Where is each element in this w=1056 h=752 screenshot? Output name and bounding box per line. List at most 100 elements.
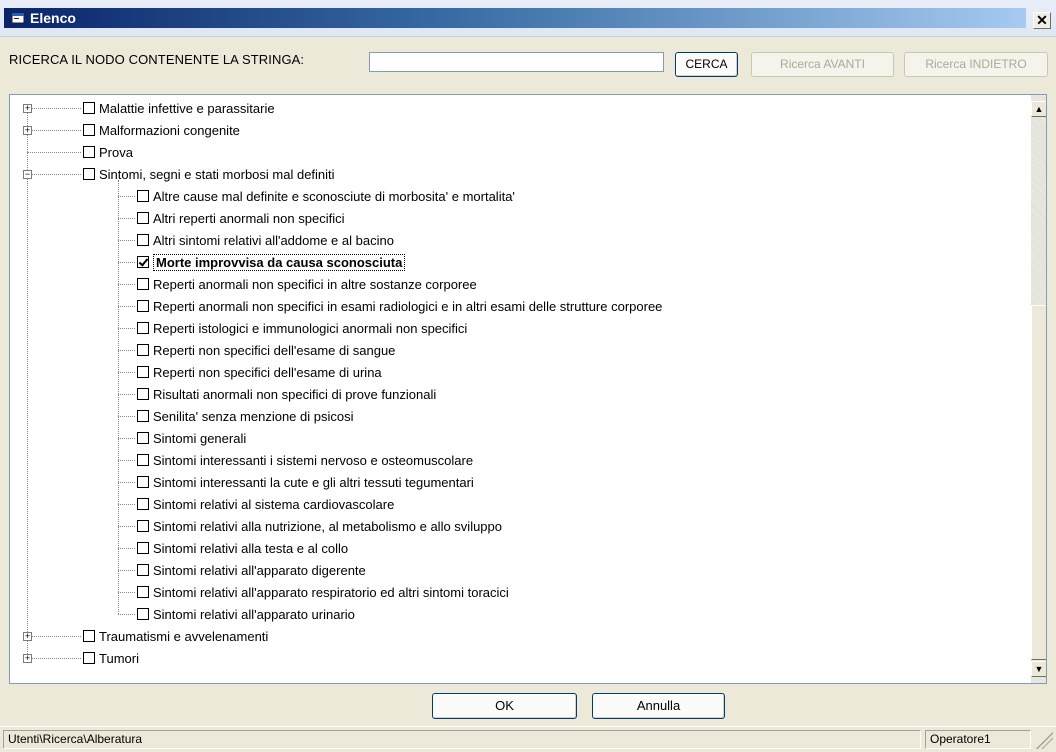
tree-child-node[interactable]: Senilita' senza menzione di psicosi (137, 405, 353, 427)
node-label: Altre cause mal definite e sconosciute d… (153, 188, 515, 204)
expand-icon[interactable]: + (23, 654, 32, 663)
node-checkbox[interactable] (137, 586, 149, 598)
tree-connector (118, 504, 135, 505)
node-label: Malformazioni congenite (99, 122, 240, 138)
node-checkbox[interactable] (137, 476, 149, 488)
node-checkbox[interactable] (137, 520, 149, 532)
node-label: Altri sintomi relativi all'addome e al b… (153, 232, 394, 248)
tree-connector (118, 218, 135, 219)
tree-connector (118, 284, 135, 285)
node-checkbox[interactable] (137, 256, 149, 268)
search-input[interactable] (369, 52, 664, 72)
expand-icon[interactable]: + (23, 104, 32, 113)
tree-child-node[interactable]: Sintomi relativi all'apparato digerente (137, 559, 366, 581)
node-label: Malattie infettive e parassitarie (99, 100, 275, 116)
tree-child-node[interactable]: Sintomi relativi all'apparato respirator… (137, 581, 509, 603)
close-button[interactable]: ✕ (1033, 12, 1051, 29)
node-checkbox[interactable] (137, 344, 149, 356)
scroll-up-button[interactable]: ▲ (1031, 101, 1046, 117)
tree-connector (118, 416, 135, 417)
tree-child-node[interactable]: Reperti anormali non specifici in esami … (137, 295, 662, 317)
tree-node[interactable]: Sintomi, segni e stati morbosi mal defin… (83, 163, 335, 185)
node-checkbox[interactable] (83, 168, 95, 180)
tree-child-node[interactable]: Risultati anormali non specifici di prov… (137, 383, 436, 405)
arrow-down-icon: ▼ (1034, 664, 1044, 674)
search-previous-button[interactable]: Ricerca INDIETRO (904, 52, 1048, 77)
tree-view[interactable]: + Malattie infettive e parassitarie + Malfo… (9, 94, 1047, 684)
node-checkbox[interactable] (137, 498, 149, 510)
node-checkbox[interactable] (137, 432, 149, 444)
node-checkbox[interactable] (137, 608, 149, 620)
search-button[interactable]: CERCA (675, 52, 738, 77)
tree-child-node[interactable]: Sintomi relativi alla testa e al collo (137, 537, 348, 559)
title-bar: Elenco ✕ (0, 0, 1056, 37)
node-checkbox[interactable] (137, 454, 149, 466)
tree-child-node[interactable]: Sintomi relativi al sistema cardiovascol… (137, 493, 394, 515)
cancel-button[interactable]: Annulla (592, 693, 725, 719)
node-checkbox[interactable] (83, 630, 95, 642)
tree-connector (118, 262, 135, 263)
node-checkbox[interactable] (137, 212, 149, 224)
scroll-down-button[interactable]: ▼ (1031, 661, 1046, 677)
tree-child-node[interactable]: Sintomi generali (137, 427, 246, 449)
node-label: Sintomi relativi alla nutrizione, al met… (153, 518, 503, 534)
tree-child-node[interactable]: Reperti non specifici dell'esame di sang… (137, 339, 395, 361)
node-checkbox[interactable] (137, 190, 149, 202)
node-label: Altri reperti anormali non specifici (153, 210, 345, 226)
node-checkbox[interactable] (137, 234, 149, 246)
node-checkbox[interactable] (137, 410, 149, 422)
node-label: Prova (99, 144, 133, 160)
tree-child-node[interactable]: Reperti istologici e immunologici anorma… (137, 317, 467, 339)
ok-button[interactable]: OK (432, 693, 577, 719)
scroll-thumb[interactable] (1031, 305, 1046, 660)
search-label: RICERCA IL NODO CONTENENTE LA STRINGA: (9, 52, 305, 67)
tree-child-node[interactable]: Altri sintomi relativi all'addome e al b… (137, 229, 394, 251)
tree-connector (118, 372, 135, 373)
node-checkbox[interactable] (137, 388, 149, 400)
node-label: Reperti non specifici dell'esame di sang… (153, 342, 396, 358)
node-checkbox[interactable] (137, 278, 149, 290)
tree-node[interactable]: Malattie infettive e parassitarie (83, 97, 275, 119)
tree-connector (27, 130, 81, 131)
node-label: Sintomi relativi al sistema cardiovascol… (153, 496, 395, 512)
collapse-icon[interactable]: − (23, 170, 32, 179)
tree-node[interactable]: Traumatismi e avvelenamenti (83, 625, 268, 647)
tree-child-node[interactable]: Reperti anormali non specifici in altre … (137, 273, 477, 295)
expand-icon[interactable]: + (23, 126, 32, 135)
node-checkbox[interactable] (83, 146, 95, 158)
node-label: Tumori (99, 650, 139, 666)
tree-child-node[interactable]: Sintomi interessanti i sistemi nervoso e… (137, 449, 473, 471)
tree-node[interactable]: Prova (83, 141, 133, 163)
tree-child-node[interactable]: Morte improvvisa da causa sconosciuta (137, 251, 406, 273)
node-label: Reperti istologici e immunologici anorma… (153, 320, 468, 336)
node-label: Sintomi interessanti i sistemi nervoso e… (153, 452, 474, 468)
node-checkbox[interactable] (83, 124, 95, 136)
search-next-button[interactable]: Ricerca AVANTI (751, 52, 894, 77)
tree-child-node[interactable]: Altre cause mal definite e sconosciute d… (137, 185, 515, 207)
tree-connector (118, 240, 135, 241)
resize-grip-icon[interactable] (1036, 732, 1053, 749)
tree-node[interactable]: Tumori (83, 647, 139, 669)
node-checkbox[interactable] (83, 102, 95, 114)
node-checkbox[interactable] (137, 366, 149, 378)
node-label: Risultati anormali non specifici di prov… (153, 386, 437, 402)
tree-connector (118, 180, 119, 614)
tree-child-node[interactable]: Altri reperti anormali non specifici (137, 207, 344, 229)
tree-child-node[interactable]: Sintomi interessanti la cute e gli altri… (137, 471, 474, 493)
tree-connector (27, 108, 81, 109)
node-checkbox[interactable] (137, 322, 149, 334)
node-checkbox[interactable] (137, 564, 149, 576)
vertical-scrollbar[interactable]: ▲ ▼ (1031, 95, 1046, 683)
node-checkbox[interactable] (137, 300, 149, 312)
tree-child-node[interactable]: Reperti non specifici dell'esame di urin… (137, 361, 382, 383)
expand-icon[interactable]: + (23, 632, 32, 641)
node-checkbox[interactable] (137, 542, 149, 554)
tree-child-node[interactable]: Sintomi relativi all'apparato urinario (137, 603, 355, 625)
node-label: Sintomi interessanti la cute e gli altri… (153, 474, 474, 490)
tree-connector (118, 460, 135, 461)
node-label: Sintomi, segni e stati morbosi mal defin… (99, 166, 335, 182)
node-label: Sintomi generali (153, 430, 247, 446)
tree-node[interactable]: Malformazioni congenite (83, 119, 240, 141)
tree-child-node[interactable]: Sintomi relativi alla nutrizione, al met… (137, 515, 502, 537)
node-checkbox[interactable] (83, 652, 95, 664)
